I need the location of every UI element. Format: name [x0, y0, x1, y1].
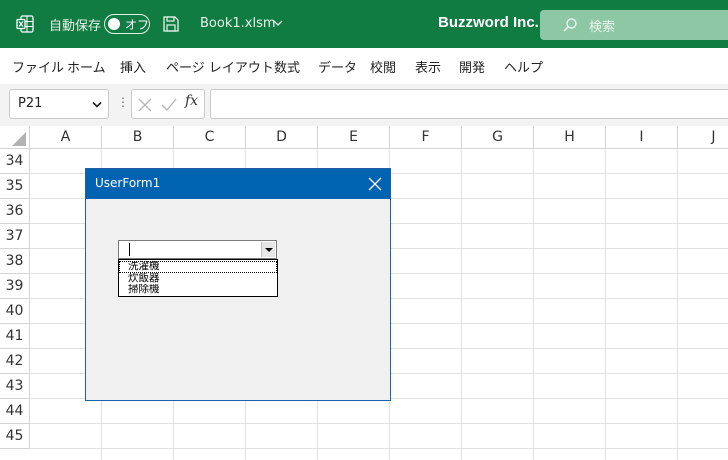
row-header-41[interactable]: 41	[0, 324, 30, 349]
cancel-icon[interactable]	[138, 98, 152, 112]
gridline	[533, 149, 534, 460]
menu-data[interactable]: データ	[318, 57, 357, 76]
menu-help[interactable]: ヘルプ	[504, 57, 543, 76]
row-header-38[interactable]: 38	[0, 249, 30, 274]
menu-review[interactable]: 校閲	[370, 57, 396, 76]
menu-file[interactable]: ファイル	[12, 57, 64, 76]
menu-view[interactable]: 表示	[415, 57, 441, 76]
list-item[interactable]: 洗濯機	[119, 261, 277, 273]
userform-title: UserForm1	[95, 176, 161, 190]
save-icon[interactable]	[162, 15, 180, 33]
row-header-40[interactable]: 40	[0, 299, 30, 324]
row-header-37[interactable]: 37	[0, 224, 30, 249]
autosave-label: 自動保存	[49, 19, 102, 34]
title-bar: 自動保存 オフ Book1.xlsm Buzzword Inc. 検索	[0, 0, 728, 48]
more-options-icon[interactable]: ⋮	[117, 95, 129, 109]
toggle-knob	[108, 17, 120, 30]
dropdown-arrow-icon	[265, 248, 273, 252]
search-icon	[563, 18, 577, 32]
column-header-c[interactable]: C	[174, 126, 246, 149]
formula-buttons: fx	[131, 89, 205, 119]
formula-bar: P21 ⋮ fx	[0, 84, 728, 126]
list-item[interactable]: 炊飯器	[119, 273, 277, 285]
column-header-j[interactable]: J	[678, 126, 728, 149]
column-header-h[interactable]: H	[534, 126, 606, 149]
file-name[interactable]: Book1.xlsm	[200, 16, 276, 31]
menu-page-layout[interactable]: ページ レイアウト	[166, 57, 274, 76]
gridline	[461, 149, 462, 460]
autosave-toggle[interactable]: オフ	[104, 14, 150, 34]
row-header-43[interactable]: 43	[0, 374, 30, 399]
menu-developer[interactable]: 開発	[459, 57, 485, 76]
gridline	[605, 149, 606, 460]
text-caret	[129, 243, 130, 256]
combobox[interactable]	[118, 240, 277, 259]
column-header-a[interactable]: A	[30, 126, 102, 149]
column-header-d[interactable]: D	[246, 126, 318, 149]
combobox-list[interactable]: 洗濯機 炊飯器 掃除機	[118, 259, 278, 297]
userform-title-bar[interactable]: UserForm1	[86, 169, 390, 199]
chevron-down-icon[interactable]	[92, 101, 102, 109]
search-placeholder: 検索	[589, 20, 616, 35]
gridline	[677, 149, 678, 460]
column-headers: A B C D E F G H I J	[0, 126, 728, 149]
formula-input[interactable]	[210, 89, 728, 119]
gridline	[30, 423, 728, 424]
menu-home[interactable]: ホーム	[67, 57, 106, 76]
row-header-44[interactable]: 44	[0, 399, 30, 424]
select-all-button[interactable]	[0, 126, 30, 149]
combobox-dropdown-button[interactable]	[261, 242, 275, 257]
column-header-b[interactable]: B	[102, 126, 174, 149]
row-header-36[interactable]: 36	[0, 199, 30, 224]
chevron-down-icon[interactable]	[273, 18, 283, 28]
row-header-42[interactable]: 42	[0, 349, 30, 374]
account-name[interactable]: Buzzword Inc.	[438, 14, 539, 31]
enter-check-icon[interactable]	[161, 98, 177, 112]
column-header-f[interactable]: F	[390, 126, 462, 149]
menu-bar: ファイル ホーム 挿入 ページ レイアウト 数式 データ 校閲 表示 開発 ヘル…	[0, 48, 728, 84]
gridline	[30, 448, 728, 449]
excel-icon[interactable]	[16, 15, 34, 33]
menu-insert[interactable]: 挿入	[120, 57, 146, 76]
menu-formulas[interactable]: 数式	[274, 57, 300, 76]
column-header-e[interactable]: E	[318, 126, 390, 149]
row-header-35[interactable]: 35	[0, 174, 30, 199]
row-header-34[interactable]: 34	[0, 149, 30, 174]
column-header-i[interactable]: I	[606, 126, 678, 149]
autosave-state: オフ	[125, 18, 150, 32]
list-item[interactable]: 掃除機	[119, 284, 277, 296]
userform-dialog: UserForm1 洗濯機 炊飯器 掃除機	[85, 168, 391, 401]
insert-function-icon[interactable]: fx	[185, 93, 198, 109]
close-icon[interactable]	[368, 177, 382, 191]
column-header-g[interactable]: G	[462, 126, 534, 149]
select-all-triangle	[12, 132, 26, 146]
search-box[interactable]: 検索	[540, 10, 728, 40]
row-header-39[interactable]: 39	[0, 274, 30, 299]
name-box-value: P21	[18, 96, 43, 111]
name-box[interactable]: P21	[9, 89, 109, 119]
row-header-45[interactable]: 45	[0, 424, 30, 449]
